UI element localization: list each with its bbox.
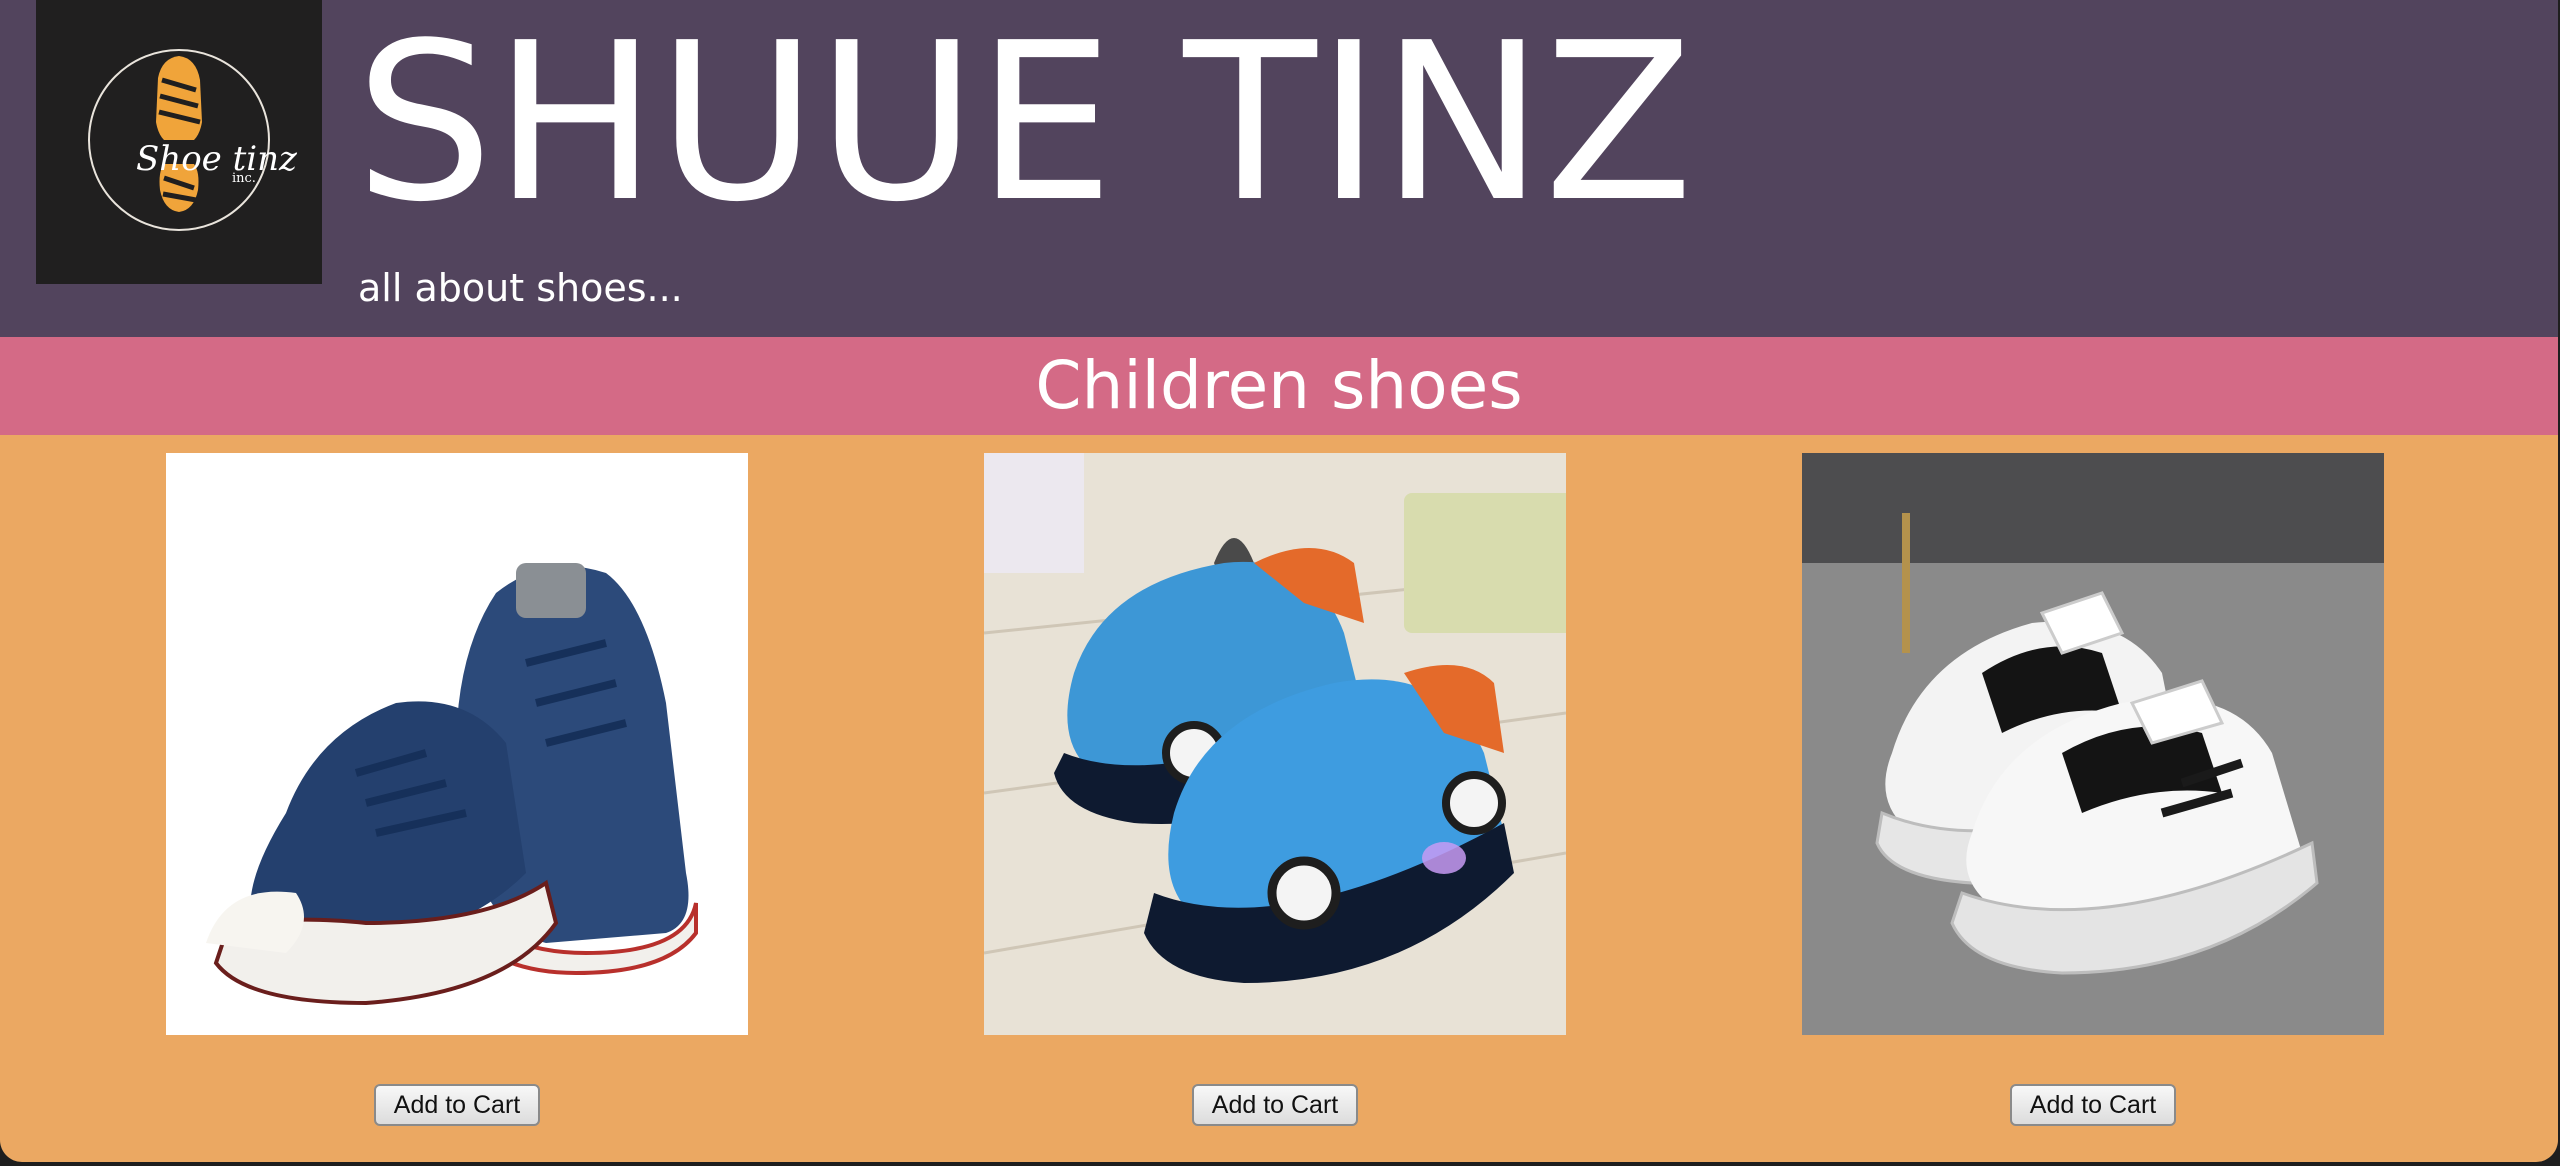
add-to-cart-button[interactable]: Add to Cart [1192,1084,1358,1126]
denim-high-top-sneakers-image[interactable] [166,453,748,1035]
white-black-chunky-sneakers-image[interactable] [1802,453,2384,1035]
site-header: Shoe tinz inc. SHUUE TINZ all about shoe… [0,0,2558,337]
product-card: Add to Cart [1802,453,2384,1126]
category-title: Children shoes [1035,347,1523,424]
product-card: Add to Cart [166,453,748,1126]
blue-race-car-light-up-sneakers-image[interactable] [984,453,1566,1035]
page: Shoe tinz inc. SHUUE TINZ all about shoe… [0,0,2558,1162]
logo-sub-text: inc. [232,171,256,186]
add-to-cart-button[interactable]: Add to Cart [374,1084,540,1126]
add-to-cart-button[interactable]: Add to Cart [2010,1084,2176,1126]
logo-text: Shoe tinz [136,139,298,179]
site-title: SHUUE TINZ [355,0,1694,250]
category-bar: Children shoes [0,337,2558,435]
product-card: Add to Cart [984,453,1566,1126]
logo[interactable]: Shoe tinz inc. [36,0,322,284]
site-tagline: all about shoes... [358,266,683,310]
boot-print-logo-icon: Shoe tinz inc. [88,49,298,231]
